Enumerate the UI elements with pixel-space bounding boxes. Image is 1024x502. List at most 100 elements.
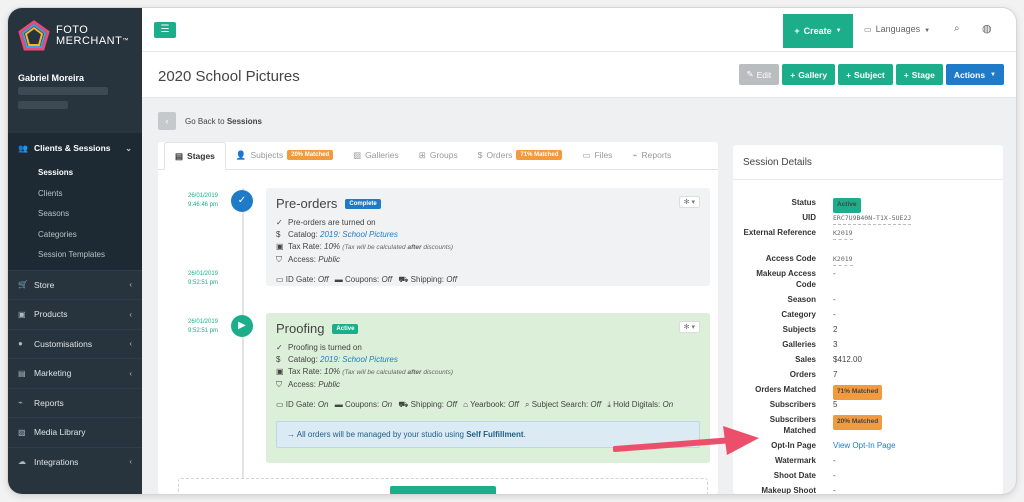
sidebar-item-integrations[interactable]: ☁ Integrations ‹ (8, 446, 142, 477)
brand-name-line2: MERCHANT (56, 35, 123, 47)
chevron-down-icon: ⌄ (125, 143, 132, 153)
ts-time: 9:52:51 pm (187, 328, 219, 334)
tab-stages[interactable]: ▤ Stages (164, 142, 226, 170)
shield-icon: ⛉ (276, 380, 282, 389)
hamburger-icon: ☰ (160, 24, 170, 35)
catalog-link[interactable]: 2019: School Pictures (320, 230, 398, 239)
sidebar-item-store[interactable]: 🛒 Store ‹ (8, 269, 142, 300)
menu-toggle-button[interactable]: ☰ (154, 22, 176, 38)
ts-time: 9:46:46 pm (187, 202, 219, 208)
tab-orders[interactable]: $ Orders 71% Matched (468, 141, 573, 169)
sidebar-item-reports[interactable]: ⌁ Reports (8, 387, 142, 418)
stage-settings-dropdown[interactable]: ✻ ▾ (678, 196, 700, 208)
ticket-icon: ▬ (334, 275, 343, 284)
page-title: 2020 School Pictures (158, 68, 300, 85)
id-card-icon: ▭ (276, 275, 284, 284)
view-opt-in-page-link[interactable]: View Opt-In Page (833, 441, 896, 452)
palette-icon: ● (18, 339, 23, 349)
stage-settings-dropdown[interactable]: ✻ ▾ (678, 321, 700, 333)
yearbook-value: Off (508, 400, 519, 409)
actions-dropdown-button[interactable]: Actions ▼ (945, 64, 1004, 85)
add-stage-button-partial[interactable] (390, 486, 496, 494)
tab-subjects[interactable]: 👤 Subjects 20% Matched (226, 141, 343, 169)
image-icon: ▨ (18, 427, 26, 437)
subjects-matched-badge: 20% Matched (287, 150, 334, 160)
sidebar-group-clients-sessions[interactable]: 👥 Clients & Sessions ⌄ (8, 133, 142, 163)
sidebar-item-seasons[interactable]: Seasons (8, 204, 142, 225)
create-button[interactable]: + Create ▼ (783, 14, 853, 48)
subject-search-value: Off (590, 400, 602, 409)
download-icon: ⤓ (607, 400, 611, 409)
tab-label: Stages (187, 151, 215, 161)
brand-logo[interactable]: FOTO MERCHANT™ (18, 20, 129, 52)
sidebar-item-products[interactable]: ▣ Products ‹ (8, 299, 142, 329)
plus-icon: + (903, 69, 909, 80)
ts-date: 26/01/2019 (187, 271, 219, 277)
coupons-label: Coupons: (344, 275, 380, 284)
chevron-left-icon: ‹ (129, 368, 132, 378)
caret-down-icon: ▼ (835, 28, 842, 34)
sidebar-item-sessions[interactable]: Sessions (8, 163, 142, 184)
sidebar-item-categories[interactable]: Categories (8, 225, 142, 246)
coupons-value: Off (381, 275, 393, 284)
back-target: Sessions (226, 117, 262, 126)
back-button[interactable]: ‹ (158, 112, 176, 130)
back-link[interactable]: Go Back to Sessions (185, 117, 262, 126)
tax-note-end: discounts) (423, 369, 453, 376)
user-detail-blurred (18, 87, 108, 95)
cart-icon: 🛒 (18, 280, 28, 290)
arrow-right-icon: → (287, 430, 295, 439)
tab-files[interactable]: ▭ Files (572, 141, 622, 169)
gear-icon: ✻ (683, 199, 690, 206)
sidebar-item-marketing[interactable]: ▤ Marketing ‹ (8, 358, 142, 388)
access-label: Access: (288, 255, 317, 264)
detail-label: Galleries (782, 340, 816, 349)
coupons-value: On (381, 400, 393, 409)
tab-groups[interactable]: ⊞ Groups (409, 141, 468, 169)
info-text: All orders will be managed by your studi… (296, 430, 464, 439)
ts-time: 9:52:51 pm (187, 280, 219, 286)
sidebar-item-label: Customisations (34, 338, 93, 349)
check-icon: ✓ (276, 343, 283, 352)
sidebar-item-label: Integrations (34, 456, 79, 467)
tax-note-end: discounts) (423, 244, 453, 251)
languages-dropdown[interactable]: ▭ Languages ▼ (864, 24, 930, 34)
globe-icon[interactable]: ◍ (982, 22, 992, 35)
tax-note: (Tax will be calculated (342, 369, 406, 376)
detail-label: Access Code (765, 254, 816, 263)
catalog-link[interactable]: 2019: School Pictures (320, 355, 398, 364)
access-value: Public (318, 255, 341, 264)
catalog-label: Catalog: (288, 230, 318, 239)
check-icon: ✓ (276, 218, 283, 227)
plus-icon: + (846, 69, 852, 80)
add-subject-button[interactable]: + Subject (838, 64, 893, 85)
timestamp-preorders-end: 26/01/2019 9:52:51 pm (178, 270, 228, 288)
money-icon: ▣ (276, 367, 284, 376)
detail-label: Shoot Date (773, 471, 816, 480)
edit-button[interactable]: ✎ Edit (738, 64, 780, 85)
sidebar-item-media-library[interactable]: ▨ Media Library (8, 417, 142, 447)
sidebar-item-session-templates[interactable]: Session Templates (8, 245, 142, 266)
sidebar-item-clients[interactable]: Clients (8, 184, 142, 205)
detail-label: Subscribers (769, 400, 816, 409)
stage-status-badge: Active (332, 323, 359, 334)
tab-label: Files (594, 150, 613, 160)
timestamp-proofing-start: 26/01/2019 9:52:51 pm (178, 318, 228, 336)
search-icon[interactable]: ⌕ (954, 23, 960, 34)
stage-active-play-icon: ▶ (231, 315, 253, 337)
chevron-left-icon: ‹ (129, 339, 132, 349)
tax-value: 10% (324, 367, 341, 376)
sidebar-item-customisations[interactable]: ● Customisations ‹ (8, 328, 142, 359)
detail-value: - (833, 310, 836, 319)
detail-value: 7 (833, 370, 838, 379)
user-name[interactable]: Gabriel Moreira (18, 73, 84, 83)
add-gallery-button[interactable]: + Gallery (782, 64, 836, 85)
coupons-label: Coupons: (344, 400, 380, 409)
detail-label: Makeup Shoot (761, 486, 816, 494)
tab-reports[interactable]: ⌁ Reports (622, 141, 681, 169)
tax-note: (Tax will be calculated (342, 244, 406, 251)
create-label: Create (803, 26, 832, 36)
add-stage-button[interactable]: + Stage (895, 64, 943, 85)
tab-galleries[interactable]: ▨ Galleries (343, 141, 409, 169)
idgate-label: ID Gate: (285, 400, 316, 409)
